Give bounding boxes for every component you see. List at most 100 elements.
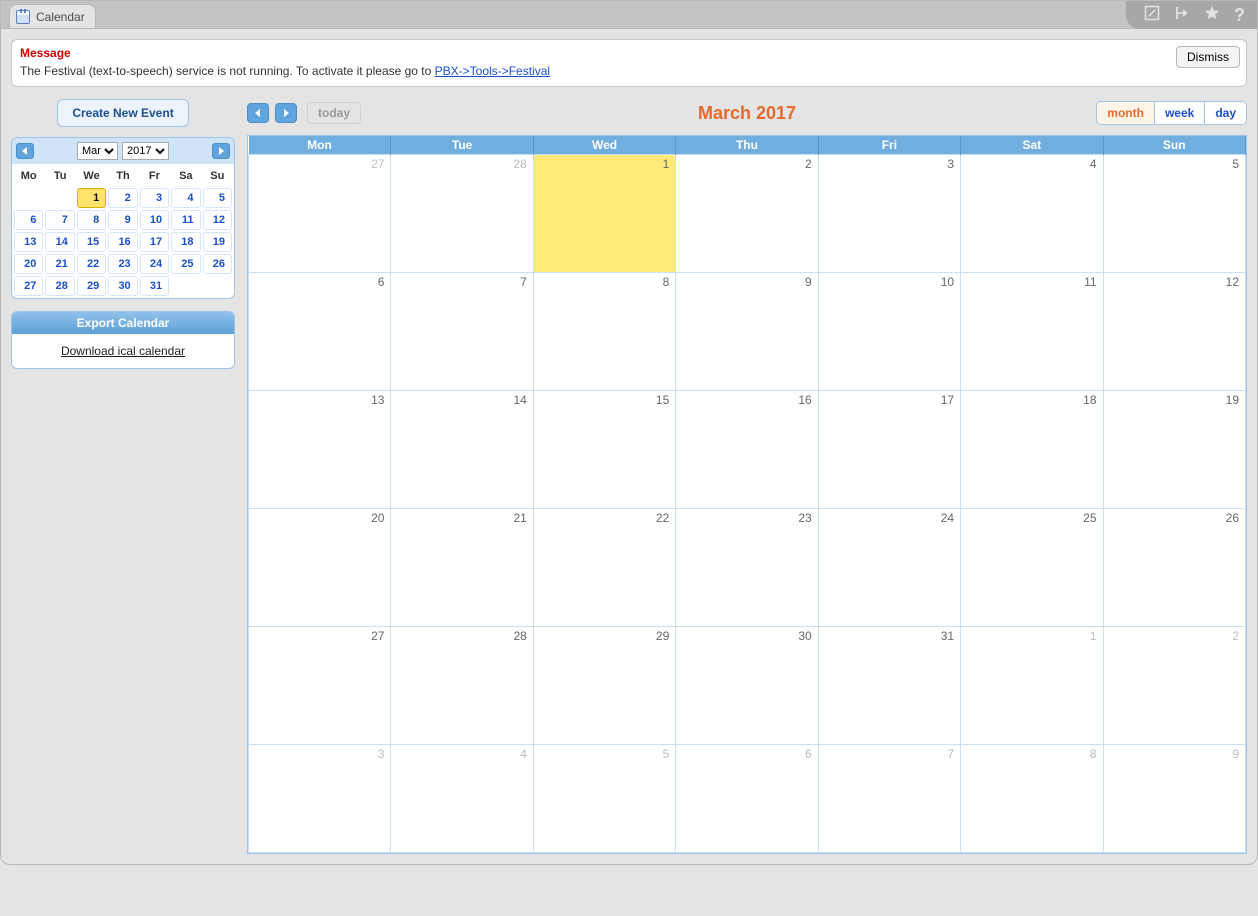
day-cell[interactable]: 20 — [249, 509, 391, 627]
day-number: 15 — [656, 393, 669, 407]
mini-day[interactable]: 20 — [14, 254, 43, 274]
mini-day[interactable]: 23 — [108, 254, 137, 274]
mini-day[interactable]: 29 — [77, 276, 106, 296]
day-cell[interactable]: 25 — [961, 509, 1103, 627]
mini-day[interactable]: 11 — [171, 210, 200, 230]
day-cell[interactable]: 8 — [533, 273, 675, 391]
mini-month-select[interactable]: Mar — [77, 142, 118, 160]
mini-day[interactable]: 4 — [171, 188, 200, 208]
download-ical-link[interactable]: Download ical calendar — [61, 344, 185, 358]
day-cell[interactable]: 13 — [249, 391, 391, 509]
day-cell[interactable]: 29 — [533, 627, 675, 745]
create-event-button[interactable]: Create New Event — [57, 99, 188, 127]
day-cell[interactable]: 6 — [676, 745, 818, 853]
view-day[interactable]: day — [1204, 102, 1246, 124]
mini-day[interactable]: 14 — [45, 232, 74, 252]
mini-day[interactable]: 6 — [14, 210, 43, 230]
day-cell[interactable]: 8 — [961, 745, 1103, 853]
mini-day[interactable]: 1 — [77, 188, 106, 208]
mini-day[interactable]: 5 — [203, 188, 232, 208]
mini-day[interactable]: 31 — [140, 276, 169, 296]
star-icon[interactable] — [1204, 5, 1220, 26]
mini-day[interactable]: 22 — [77, 254, 106, 274]
day-cell[interactable]: 3 — [818, 155, 960, 273]
mini-day[interactable]: 15 — [77, 232, 106, 252]
mini-day[interactable]: 8 — [77, 210, 106, 230]
mini-year-select[interactable]: 2017 — [122, 142, 169, 160]
dismiss-button[interactable]: Dismiss — [1176, 46, 1240, 68]
mini-day[interactable]: 28 — [45, 276, 74, 296]
day-cell[interactable]: 28 — [391, 627, 533, 745]
day-number: 25 — [1083, 511, 1096, 525]
create-row: Create New Event — [11, 99, 235, 127]
mini-day[interactable]: 13 — [14, 232, 43, 252]
day-cell[interactable]: 11 — [961, 273, 1103, 391]
day-cell[interactable]: 12 — [1103, 273, 1245, 391]
day-cell[interactable]: 5 — [1103, 155, 1245, 273]
day-cell[interactable]: 31 — [818, 627, 960, 745]
day-cell[interactable]: 21 — [391, 509, 533, 627]
day-cell[interactable]: 15 — [533, 391, 675, 509]
mini-day[interactable]: 27 — [14, 276, 43, 296]
day-cell[interactable]: 9 — [1103, 745, 1245, 853]
mini-day[interactable]: 3 — [140, 188, 169, 208]
day-cell[interactable]: 4 — [391, 745, 533, 853]
day-cell[interactable]: 7 — [818, 745, 960, 853]
day-cell[interactable]: 1 — [961, 627, 1103, 745]
day-number: 7 — [520, 275, 527, 289]
view-month[interactable]: month — [1097, 102, 1154, 124]
day-cell[interactable]: 17 — [818, 391, 960, 509]
mini-day[interactable]: 16 — [108, 232, 137, 252]
day-cell[interactable]: 28 — [391, 155, 533, 273]
mini-day[interactable]: 26 — [203, 254, 232, 274]
day-cell[interactable]: 2 — [676, 155, 818, 273]
day-cell[interactable]: 27 — [249, 627, 391, 745]
mini-day[interactable]: 12 — [203, 210, 232, 230]
mini-day[interactable]: 17 — [140, 232, 169, 252]
day-cell[interactable]: 18 — [961, 391, 1103, 509]
mini-day[interactable]: 10 — [140, 210, 169, 230]
day-cell[interactable]: 1 — [533, 155, 675, 273]
mini-day[interactable]: 19 — [203, 232, 232, 252]
mini-dow-header: Su — [203, 166, 232, 186]
day-cell[interactable]: 5 — [533, 745, 675, 853]
mini-day[interactable]: 7 — [45, 210, 74, 230]
next-button[interactable] — [275, 103, 297, 123]
day-cell[interactable]: 7 — [391, 273, 533, 391]
mini-day[interactable]: 30 — [108, 276, 137, 296]
day-cell[interactable]: 3 — [249, 745, 391, 853]
day-cell[interactable]: 16 — [676, 391, 818, 509]
mini-day[interactable]: 2 — [108, 188, 137, 208]
day-cell[interactable]: 6 — [249, 273, 391, 391]
mini-day[interactable]: 9 — [108, 210, 137, 230]
mini-day[interactable]: 21 — [45, 254, 74, 274]
mini-day[interactable]: 18 — [171, 232, 200, 252]
mini-prev-button[interactable] — [16, 143, 34, 159]
day-cell[interactable]: 23 — [676, 509, 818, 627]
mini-dow-header: Th — [108, 166, 137, 186]
day-cell[interactable]: 27 — [249, 155, 391, 273]
prev-button[interactable] — [247, 103, 269, 123]
day-cell[interactable]: 4 — [961, 155, 1103, 273]
day-cell[interactable]: 22 — [533, 509, 675, 627]
mini-day[interactable]: 24 — [140, 254, 169, 274]
day-cell[interactable]: 10 — [818, 273, 960, 391]
mini-next-button[interactable] — [212, 143, 230, 159]
tab-label: Calendar — [36, 10, 85, 24]
day-cell[interactable]: 30 — [676, 627, 818, 745]
day-cell[interactable]: 19 — [1103, 391, 1245, 509]
message-link[interactable]: PBX->Tools->Festival — [435, 64, 550, 78]
tab-calendar[interactable]: Calendar — [9, 4, 96, 28]
day-cell[interactable]: 14 — [391, 391, 533, 509]
day-cell[interactable]: 9 — [676, 273, 818, 391]
day-cell[interactable]: 26 — [1103, 509, 1245, 627]
day-number: 17 — [941, 393, 954, 407]
mini-day[interactable]: 25 — [171, 254, 200, 274]
day-cell[interactable]: 24 — [818, 509, 960, 627]
export-icon[interactable] — [1174, 5, 1190, 26]
help-icon[interactable]: ? — [1234, 5, 1245, 26]
view-week[interactable]: week — [1154, 102, 1204, 124]
edit-icon[interactable] — [1144, 5, 1160, 26]
today-button[interactable]: today — [307, 102, 361, 124]
day-cell[interactable]: 2 — [1103, 627, 1245, 745]
